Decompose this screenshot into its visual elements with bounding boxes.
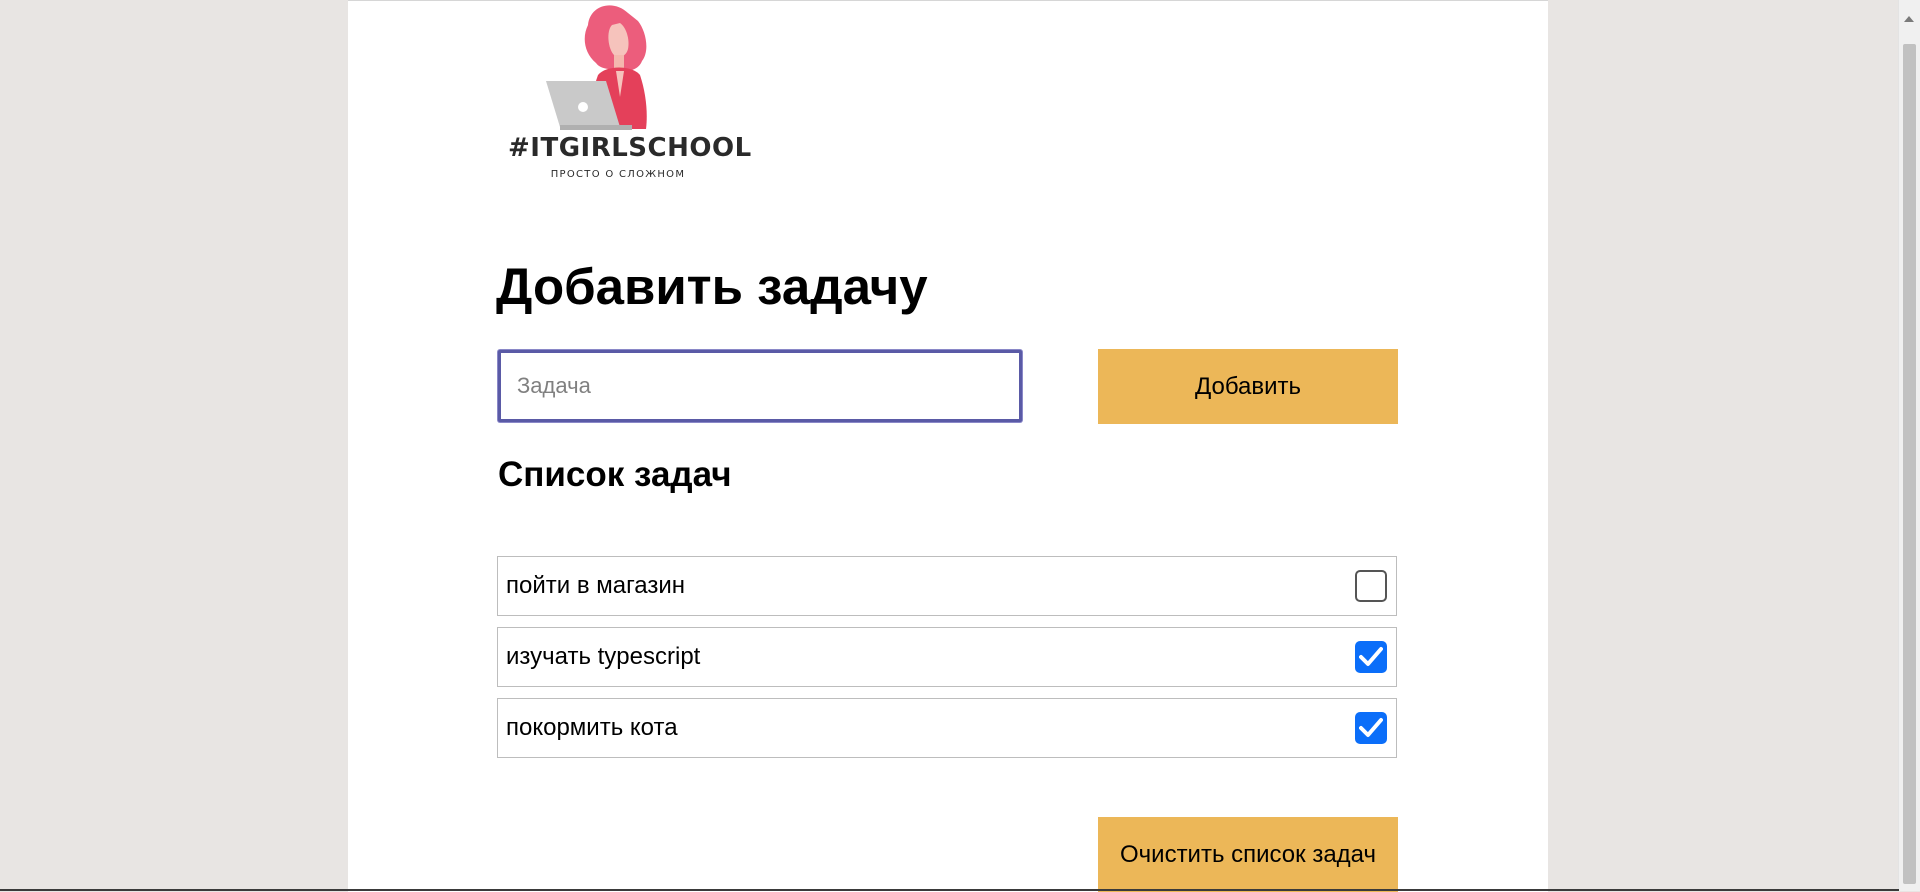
scroll-up-arrow-icon[interactable] [1904, 16, 1914, 22]
task-item: покормить кота [497, 698, 1397, 758]
task-input[interactable] [498, 350, 1022, 422]
task-label: пойти в магазин [506, 557, 685, 615]
task-checkbox[interactable] [1355, 641, 1387, 673]
task-list: пойти в магазин изучать typescript покор… [497, 556, 1397, 769]
task-checkbox[interactable] [1355, 570, 1387, 602]
logo-text: #ITGIRLSCHOOL [508, 133, 728, 163]
task-label: покормить кота [506, 699, 678, 757]
task-checkbox[interactable] [1355, 712, 1387, 744]
page-title: Добавить задачу [496, 257, 928, 317]
add-task-button[interactable]: Добавить [1098, 349, 1398, 424]
logo-subtext: ПРОСТО О СЛОЖНОМ [508, 169, 728, 180]
school-logo: #ITGIRLSCHOOL ПРОСТО О СЛОЖНОМ [508, 1, 728, 187]
scrollbar-thumb[interactable] [1903, 44, 1916, 884]
woman-with-laptop-illustration [508, 1, 728, 136]
task-item: пойти в магазин [497, 556, 1397, 616]
page-container: #ITGIRLSCHOOL ПРОСТО О СЛОЖНОМ Добавить … [348, 0, 1548, 892]
vertical-scrollbar[interactable] [1898, 0, 1920, 891]
task-list-title: Список задач [498, 453, 732, 497]
clear-list-button[interactable]: Очистить список задач [1098, 817, 1398, 892]
task-label: изучать typescript [506, 628, 700, 686]
task-item: изучать typescript [497, 627, 1397, 687]
checkmark-icon [1359, 646, 1383, 668]
checkmark-icon [1359, 717, 1383, 739]
